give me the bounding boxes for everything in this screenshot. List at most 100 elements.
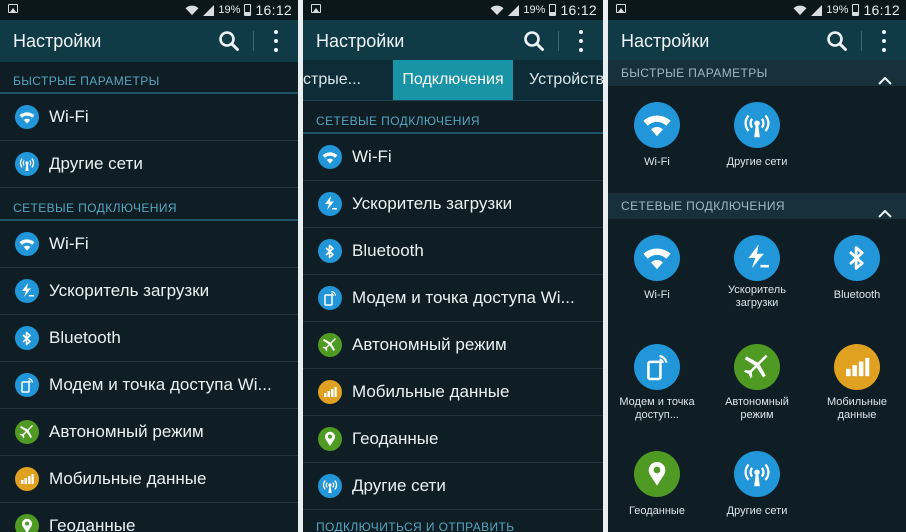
list-item-label: Wi-Fi [352,147,392,166]
list-item-bluetooth[interactable]: Bluetooth [303,228,603,275]
tile-airplane-mode[interactable]: Автономный режим [707,344,807,422]
list-item-download-booster[interactable]: Ускоритель загрузки [303,181,603,228]
collapse-chevron-icon[interactable] [878,201,892,218]
mobile-data-icon [834,344,880,390]
tile-label: Ускоритель загрузки [728,284,786,309]
list-item-label: Bluetooth [352,241,424,260]
battery-percent: 19% [826,4,849,16]
tile-label: Другие сети [726,156,788,168]
download-booster-icon [318,192,342,216]
status-bar: 19% 16:12 [608,0,906,20]
list-item-wifi[interactable]: Wi-Fi [303,134,603,181]
tile-other-networks[interactable]: Другие сети [707,451,807,518]
search-icon[interactable] [523,30,545,52]
location-icon [15,514,39,532]
signal-icon [203,4,215,16]
tab-device[interactable]: Устройство [529,60,603,100]
wifi-status-icon [185,5,199,16]
tile-bluetooth[interactable]: Bluetooth [807,235,906,302]
tab-connections[interactable]: Подключения [393,60,513,100]
wifi-icon [15,232,39,256]
list-item-label: Автономный режим [352,335,507,354]
location-icon [318,427,342,451]
list-item-label: Автономный режим [49,422,204,441]
appbar-divider [861,31,862,51]
location-icon [634,451,680,497]
wifi-status-icon [490,5,504,16]
list-item-location[interactable]: Геоданные [303,416,603,463]
app-bar: Настройки [0,20,298,62]
download-booster-icon [734,235,780,281]
app-bar: Настройки [303,20,603,62]
gallery-notification-icon [8,4,18,13]
mobile-data-icon [318,380,342,404]
list-item-mobile-data[interactable]: Мобильные данные [303,369,603,416]
settings-screen-list: 19% 16:12 Настройки БЫСТРЫЕ ПАРАМЕТРЫ Wi… [0,0,298,532]
list-item-hotspot[interactable]: Модем и точка доступа Wi... [303,275,603,322]
list-item-airplane-mode[interactable]: Автономный режим [0,409,298,456]
search-icon[interactable] [826,30,848,52]
tile-location[interactable]: Геоданные [608,451,707,518]
tile-label: Другие сети [726,505,788,517]
section-header-network-connections: СЕТЕВЫЕ ПОДКЛЮЧЕНИЯ [303,108,603,134]
list-item-other-networks[interactable]: Другие сети [0,141,298,188]
list-item-bluetooth[interactable]: Bluetooth [0,315,298,362]
list-item-label: Bluetooth [49,328,121,347]
clock: 16:12 [255,2,292,18]
tile-other-networks[interactable]: Другие сети [707,102,807,169]
list-item-hotspot[interactable]: Модем и точка доступа Wi... [0,362,298,409]
list-item-wifi[interactable]: Wi-Fi [0,221,298,268]
hotspot-icon [15,373,39,397]
battery-icon [549,4,557,16]
airplane-icon [318,333,342,357]
tab-bar: стрые... Подключения Устройство [303,60,603,101]
section-title: БЫСТРЫЕ ПАРАМЕТРЫ [621,66,768,80]
tile-download-booster[interactable]: Ускоритель загрузки [707,235,807,310]
battery-percent: 19% [218,4,241,16]
list-item-download-booster[interactable]: Ускоритель загрузки [0,268,298,315]
more-options-icon[interactable] [577,30,585,52]
airplane-icon [15,420,39,444]
tile-label: Мобильные данные [826,396,888,421]
wifi-icon [15,105,39,129]
other-networks-icon [318,474,342,498]
status-bar: 19% 16:12 [0,0,298,20]
page-title: Настройки [13,31,102,51]
clock: 16:12 [863,2,900,18]
gallery-notification-icon [616,4,626,13]
list-item-other-networks[interactable]: Другие сети [303,463,603,510]
section-header-network-connections[interactable]: СЕТЕВЫЕ ПОДКЛЮЧЕНИЯ [608,193,906,219]
more-options-icon[interactable] [880,30,888,52]
tile-label: Wi-Fi [644,156,670,168]
section-title: СЕТЕВЫЕ ПОДКЛЮЧЕНИЯ [621,199,785,213]
collapse-chevron-icon[interactable] [878,68,892,85]
tile-wifi[interactable]: Wi-Fi [608,102,707,169]
other-networks-icon [734,451,780,497]
tile-hotspot[interactable]: Модем и точка доступ... [608,344,707,422]
list-item-mobile-data[interactable]: Мобильные данные [0,456,298,503]
section-header-quick-settings: БЫСТРЫЕ ПАРАМЕТРЫ [0,68,298,94]
airplane-icon [734,344,780,390]
tab-quick-settings[interactable]: стрые... [303,60,365,100]
list-item-location[interactable]: Геоданные [0,503,298,532]
list-item-label: Ускоритель загрузки [49,281,210,300]
mobile-data-icon [15,467,39,491]
tile-mobile-data[interactable]: Мобильные данные [807,344,906,422]
search-icon[interactable] [218,30,240,52]
tile-wifi[interactable]: Wi-Fi [608,235,707,302]
settings-screen-tabs: 19% 16:12 Настройки стрые... Подключения… [303,0,603,532]
battery-icon [852,4,860,16]
download-booster-icon [15,279,39,303]
list-item-airplane-mode[interactable]: Автономный режим [303,322,603,369]
signal-icon [811,4,823,16]
section-header-quick-settings[interactable]: БЫСТРЫЕ ПАРАМЕТРЫ [608,60,906,86]
list-item-wifi[interactable]: Wi-Fi [0,94,298,141]
section-header-connect-and-share: ПОДКЛЮЧИТЬСЯ И ОТПРАВИТЬ [303,514,603,532]
list-item-label: Мобильные данные [49,469,207,488]
bluetooth-icon [318,239,342,263]
tile-label: Модем и точка доступ... [619,396,695,421]
signal-icon [508,4,520,16]
more-options-icon[interactable] [272,30,280,52]
battery-icon [244,4,252,16]
page-title: Настройки [316,31,405,51]
